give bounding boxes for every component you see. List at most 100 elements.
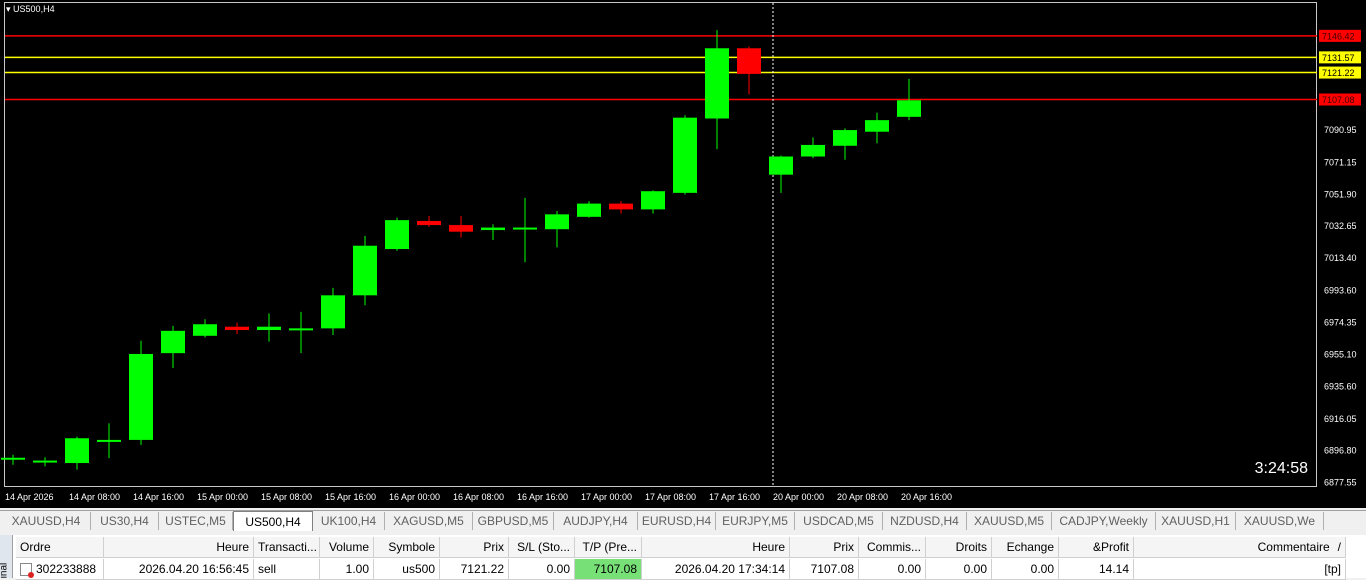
chart-title[interactable]: ▾ US500,H4 — [6, 4, 55, 15]
chart-tab[interactable]: UK100,H4 — [313, 512, 385, 530]
column-header-symbol[interactable]: Symbole — [374, 537, 440, 558]
cell-tp[interactable]: 7107.08 — [575, 559, 642, 580]
cell-value: 0.00 — [546, 562, 570, 576]
hline-price-label-1: 7131.57 — [1322, 53, 1355, 63]
time-axis-label: 15 Apr 16:00 — [325, 492, 376, 502]
column-header-label: Commis... — [867, 540, 921, 554]
terminal-panel: inal Ordre Heure Transacti... Volume Symbole… — [0, 535, 1366, 580]
cell-price[interactable]: 7121.22 — [440, 559, 509, 580]
time-axis-label: 20 Apr 00:00 — [773, 492, 824, 502]
candlestick-chart[interactable]: 7090.95 7071.15 7051.90 7032.65 7013.40 6993.… — [0, 0, 1366, 508]
cell-symbol[interactable]: us500 — [374, 559, 440, 580]
column-header-sl[interactable]: S/L (Sto... — [509, 537, 575, 558]
column-header-label: Heure — [752, 540, 785, 554]
candle-body-27 — [865, 120, 889, 132]
time-axis-label: 16 Apr 16:00 — [517, 492, 568, 502]
price-axis-label: 6993.60 — [1324, 286, 1357, 296]
price-axis-label: 7013.40 — [1324, 253, 1357, 263]
cell-close-price[interactable]: 7107.08 — [790, 559, 859, 580]
column-header-time[interactable]: Heure — [104, 537, 254, 558]
column-header-label: &Profit — [1092, 540, 1129, 554]
cell-value: 7121.22 — [460, 562, 504, 576]
cell-profit[interactable]: 14.14 — [1059, 559, 1134, 580]
column-header-label: Volume — [328, 540, 369, 554]
column-header-close-time[interactable]: Heure — [642, 537, 790, 558]
cell-value: sell — [258, 562, 277, 576]
candle-body-13 — [417, 220, 441, 226]
chart-symbol-title: US500,H4 — [13, 4, 55, 14]
column-header-comment[interactable]: Commentaire / — [1134, 537, 1346, 558]
cell-swap[interactable]: 0.00 — [926, 559, 992, 580]
candle-body-8 — [257, 326, 281, 331]
candle-body-23 — [737, 48, 761, 74]
cell-comment[interactable]: [tp] — [1134, 559, 1346, 580]
candle-body-5 — [161, 330, 185, 354]
price-axis-label: 6896.80 — [1324, 446, 1357, 456]
cell-commission[interactable]: 0.00 — [859, 559, 926, 580]
cell-value: 0.00 — [897, 562, 921, 576]
cell-value: 0.00 — [963, 562, 987, 576]
chart-tab[interactable]: EURUSD,H4 — [638, 512, 716, 530]
time-axis-label: 20 Apr 16:00 — [901, 492, 952, 502]
column-header-price[interactable]: Prix — [440, 537, 509, 558]
chart-tab[interactable]: XAUUSD,We — [1236, 512, 1324, 530]
candle-body-6 — [193, 324, 217, 336]
column-header-label: Commentaire — [1257, 540, 1330, 554]
chart-tab[interactable]: XAUUSD,M5 — [967, 512, 1052, 530]
sort-indicator-icon: / — [1337, 540, 1341, 554]
chart-tab[interactable]: GBPUSD,M5 — [473, 512, 554, 530]
chart-tab[interactable]: XAGUSD,M5 — [385, 512, 473, 530]
cell-volume[interactable]: 1.00 — [320, 559, 374, 580]
closed-order-icon — [20, 562, 34, 578]
column-header-order[interactable]: Ordre — [16, 537, 104, 558]
chart-tab[interactable]: AUDJPY,H4 — [554, 512, 638, 530]
column-header-swap[interactable]: Droits — [926, 537, 992, 558]
column-header-fee[interactable]: Echange — [992, 537, 1059, 558]
column-header-volume[interactable]: Volume — [320, 537, 374, 558]
chart-tab[interactable]: EURJPY,M5 — [716, 512, 795, 530]
cell-fee[interactable]: 0.00 — [992, 559, 1059, 580]
cell-order[interactable]: 302233888 — [16, 559, 104, 580]
hline-price-label-0: 7146.42 — [1322, 31, 1355, 41]
cell-value: 2026.04.20 16:56:45 — [138, 562, 249, 576]
candle-body-11 — [353, 245, 377, 296]
price-axis-label: 7051.90 — [1324, 189, 1357, 199]
hline-price-label-2: 7121.22 — [1322, 68, 1355, 78]
cell-close-time[interactable]: 2026.04.20 17:34:14 — [642, 559, 790, 580]
price-axis-label: 7071.15 — [1324, 158, 1357, 168]
cell-sl[interactable]: 0.00 — [509, 559, 575, 580]
candle-body-18 — [577, 203, 601, 217]
price-axis-label: 6916.05 — [1324, 414, 1357, 424]
column-header-commission[interactable]: Commis... — [859, 537, 926, 558]
column-header-profit[interactable]: &Profit — [1059, 537, 1134, 558]
candle-body-2 — [65, 438, 89, 464]
cell-value: 7107.08 — [593, 562, 637, 576]
cell-time[interactable]: 2026.04.20 16:56:45 — [104, 559, 254, 580]
chart-tab[interactable]: USTEC,M5 — [159, 512, 233, 530]
chart-menu-icon[interactable]: ▾ — [6, 4, 11, 14]
candle-timer: 3:24:58 — [1254, 460, 1308, 477]
chart-tab[interactable]: XAUUSD,H1 — [1156, 512, 1236, 530]
column-header-label: Droits — [955, 540, 987, 554]
chart-tab[interactable]: US500,H4 — [233, 511, 313, 531]
time-axis-label: 16 Apr 00:00 — [389, 492, 440, 502]
chart-window[interactable]: 7090.95 7071.15 7051.90 7032.65 7013.40 6993.… — [0, 0, 1366, 508]
time-axis-label: 15 Apr 08:00 — [261, 492, 312, 502]
column-header-close-price[interactable]: Prix — [790, 537, 859, 558]
cell-type[interactable]: sell — [254, 559, 320, 580]
column-header-type[interactable]: Transacti... — [254, 537, 320, 558]
candle-body-16 — [513, 227, 537, 230]
candle-body-26 — [833, 130, 857, 146]
price-axis-label: 7032.65 — [1324, 221, 1357, 231]
chart-tab[interactable]: USDCAD,M5 — [795, 512, 883, 530]
terminal-side-label[interactable]: inal — [0, 535, 13, 578]
candle-body-25 — [801, 144, 825, 157]
column-header-tp[interactable]: T/P (Pre... — [575, 537, 642, 558]
chart-tab[interactable]: US30,H4 — [91, 512, 159, 530]
chart-tab[interactable]: XAUUSD,H4 — [2, 512, 91, 530]
candle-body-21 — [673, 117, 697, 193]
candle-body-24 — [769, 156, 793, 175]
chart-tab[interactable]: NZDUSD,H4 — [883, 512, 967, 530]
price-axis-label: 7090.95 — [1324, 125, 1357, 135]
chart-tab[interactable]: CADJPY,Weekly — [1052, 512, 1156, 530]
